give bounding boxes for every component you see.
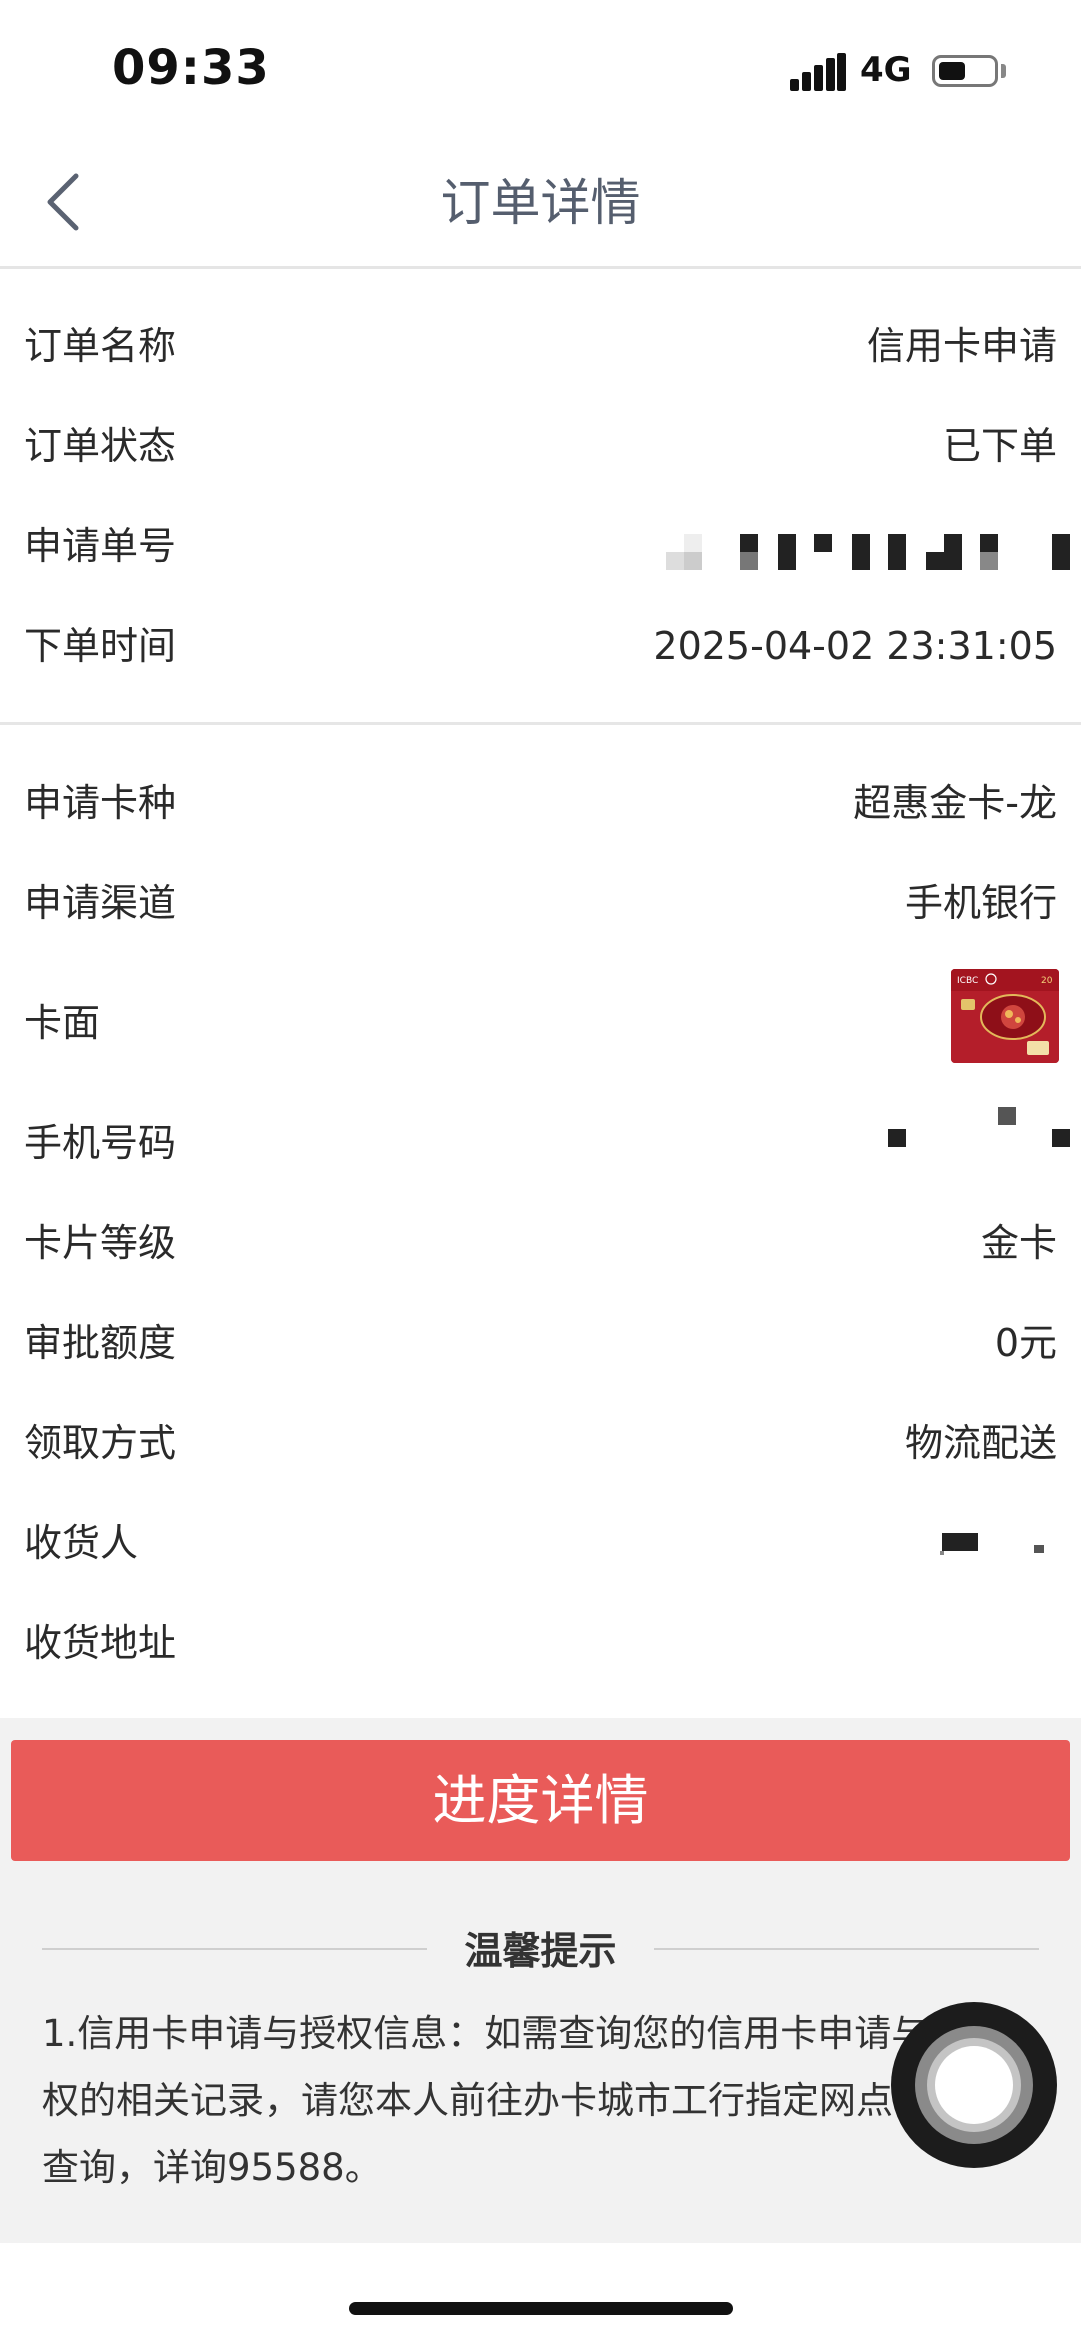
delivery-method-value: 物流配送	[904, 1421, 1057, 1465]
tips-text: 1.信用卡申请与授权信息：如需查询您的信用卡申请与授权的相关记录，请您本人前往办…	[42, 2012, 967, 2189]
delivery-method-row: 领取方式 物流配送	[0, 1393, 1081, 1493]
order-time-row: 下单时间 2025-04-02 23:31:05	[0, 596, 1081, 696]
signal-icon	[790, 53, 846, 91]
order-time-value: 2025-04-02 23:31:05	[653, 624, 1057, 668]
order-name-value: 信用卡申请	[866, 324, 1057, 368]
status-bar: 09:33 4G	[0, 0, 1081, 140]
battery-icon	[932, 55, 998, 87]
order-time-label: 下单时间	[24, 624, 177, 668]
order-status-row: 订单状态 已下单	[0, 396, 1081, 496]
delivery-method-label: 领取方式	[24, 1421, 177, 1465]
channel-label: 申请渠道	[24, 881, 177, 925]
order-status-label: 订单状态	[24, 424, 177, 468]
progress-detail-button[interactable]: 进度详情	[11, 1740, 1070, 1861]
address-label: 收货地址	[24, 1621, 177, 1665]
order-status-value: 已下单	[942, 424, 1057, 468]
nav-bar: 订单详情	[0, 140, 1081, 269]
credit-limit-label: 审批额度	[24, 1321, 177, 1365]
recipient-masked	[930, 1493, 1070, 1593]
card-type-label: 申请卡种	[24, 781, 177, 825]
channel-value: 手机银行	[904, 881, 1057, 925]
phone-row: 手机号码	[0, 1093, 1081, 1193]
order-name-label: 订单名称	[24, 324, 177, 368]
order-info-section: 订单名称 信用卡申请 订单状态 已下单 申请单号 下单时间 2025-04-02…	[0, 296, 1081, 696]
card-face-image[interactable]: ICBC 20	[951, 969, 1059, 1063]
network-type: 4G	[860, 50, 912, 90]
card-level-label: 卡片等级	[24, 1221, 177, 1265]
order-name-row: 订单名称 信用卡申请	[0, 296, 1081, 396]
home-indicator[interactable]	[349, 2302, 733, 2315]
application-number-label: 申请单号	[24, 524, 177, 568]
battery-cap	[1001, 64, 1006, 78]
card-level-row: 卡片等级 金卡	[0, 1193, 1081, 1293]
application-number-masked	[660, 496, 1070, 596]
card-face-art: ICBC 20	[951, 969, 1059, 1063]
credit-limit-row: 审批额度 0元	[0, 1293, 1081, 1393]
recipient-row: 收货人	[0, 1493, 1081, 1593]
card-face-row: 卡面 ICBC 20	[0, 953, 1081, 1093]
card-level-value: 金卡	[980, 1221, 1057, 1265]
phone-label: 手机号码	[24, 1121, 177, 1165]
assistive-touch-button[interactable]	[891, 2002, 1057, 2168]
svg-text:20: 20	[1041, 976, 1053, 986]
section-divider	[0, 722, 1081, 725]
card-face-label: 卡面	[24, 1001, 101, 1045]
channel-row: 申请渠道 手机银行	[0, 853, 1081, 953]
tips-title: 温馨提示	[464, 1929, 617, 1973]
card-type-row: 申请卡种 超惠金卡-龙	[0, 753, 1081, 853]
assistive-touch-core	[935, 2046, 1013, 2124]
card-type-value: 超惠金卡-龙	[853, 781, 1057, 825]
address-row: 收货地址	[0, 1593, 1081, 1693]
phone-masked	[880, 1093, 1070, 1193]
credit-limit-value: 0元	[994, 1321, 1057, 1365]
card-logo-text: ICBC	[957, 976, 978, 986]
application-number-row: 申请单号	[0, 496, 1081, 596]
status-time: 09:33	[112, 40, 270, 96]
page-title: 订单详情	[440, 174, 641, 232]
card-info-section: 申请卡种 超惠金卡-龙 申请渠道 手机银行 卡面 ICBC 20 手机号码 卡片…	[0, 753, 1081, 1713]
recipient-label: 收货人	[24, 1521, 139, 1565]
back-button[interactable]	[40, 162, 100, 242]
chevron-left-icon	[47, 173, 79, 231]
